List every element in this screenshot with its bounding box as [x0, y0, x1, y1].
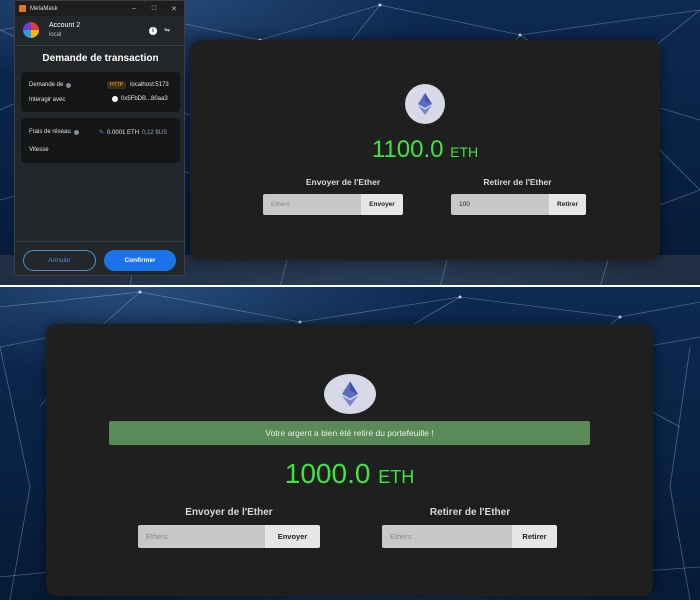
avatar[interactable]: [23, 22, 39, 38]
question-icon[interactable]: [66, 82, 72, 88]
cancel-button[interactable]: Annuler: [23, 250, 96, 271]
page-title: Demande de transaction: [42, 53, 159, 64]
send-ether-form: Ethers Envoyer: [138, 525, 320, 548]
question-icon[interactable]: [73, 129, 79, 135]
fee-usd: 0,12 $US: [142, 129, 168, 136]
dapp-card-top: 1100.0 ETH Envoyer de l'Ether Ethers Env…: [190, 40, 660, 260]
fee-eth: 0.0001 ETH: [107, 129, 140, 136]
request-details: Demande de HTTP localhost:5173 Interagir…: [21, 72, 180, 112]
send-ether-form: Ethers Envoyer: [263, 194, 403, 215]
balance-value: 1000.0: [284, 458, 371, 489]
account-header: Account 2 local i ⇋: [15, 16, 184, 46]
confirm-button[interactable]: Confirmer: [104, 250, 176, 271]
ethereum-logo-icon: [405, 84, 445, 124]
fee-details: Frais de réseau ✎ 0.0001 ETH 0,12 $US Vi…: [21, 118, 180, 163]
send-ether-title: Envoyer de l'Ether: [305, 177, 381, 187]
withdraw-ether-title: Retirer de l'Ether: [483, 177, 552, 187]
info-icon[interactable]: i: [149, 27, 157, 35]
window-titlebar: MetaMask – □ ✕: [15, 1, 184, 16]
success-alert: Votre argent a bien été retiré du portef…: [109, 421, 590, 445]
withdraw-ether-form: 100 Retirer: [451, 194, 586, 215]
maximize-icon[interactable]: □: [144, 5, 164, 12]
withdraw-amount-input[interactable]: 100: [451, 194, 549, 215]
request-origin-text: localhost:5173: [130, 82, 169, 88]
balance-unit: ETH: [378, 467, 415, 487]
dapp-card-bottom: Votre argent a bien été retiré du portef…: [46, 324, 653, 596]
speed-label: Vitesse: [29, 147, 49, 153]
eth-balance: 1100.0 ETH: [190, 136, 660, 164]
contract-address-text: 0x5FbDB...80aa3: [121, 96, 168, 102]
withdraw-ether-title: Retirer de l'Ether: [429, 507, 511, 518]
minimize-icon[interactable]: –: [124, 5, 144, 12]
withdraw-amount-input[interactable]: Ethers: [382, 525, 512, 548]
speed-row: Vitesse: [29, 147, 49, 153]
withdraw-button[interactable]: Retirer: [512, 525, 557, 548]
window-title: MetaMask: [30, 5, 58, 12]
settings-icon[interactable]: ⇋: [163, 27, 171, 35]
withdraw-ether-form: Ethers Retirer: [382, 525, 557, 548]
metamask-window: MetaMask – □ ✕ Account 2 local i ⇋ Deman…: [14, 0, 186, 277]
contract-address[interactable]: 0x5FbDB...80aa3: [112, 96, 168, 102]
interact-label: Interagir avec: [29, 97, 66, 103]
withdraw-button[interactable]: Retirer: [549, 194, 586, 215]
close-icon[interactable]: ✕: [164, 5, 184, 13]
request-from-row: Demande de: [29, 82, 72, 88]
send-button[interactable]: Envoyer: [265, 525, 320, 548]
account-name[interactable]: Account 2: [49, 22, 80, 29]
request-from-label: Demande de: [29, 82, 64, 88]
eth-balance: 1000.0 ETH: [46, 458, 653, 490]
send-ether-title: Envoyer de l'Ether: [185, 507, 273, 518]
balance-value: 1100.0: [371, 136, 444, 163]
pencil-icon: ✎: [99, 130, 105, 136]
warning-icon: HTTP: [107, 81, 127, 89]
request-origin: HTTP localhost:5173: [107, 81, 169, 89]
network-name[interactable]: local: [49, 32, 61, 38]
address-icon: [112, 96, 118, 102]
interact-row: Interagir avec: [29, 97, 65, 103]
fee-row: Frais de réseau: [29, 129, 79, 135]
send-amount-input[interactable]: Ethers: [138, 525, 265, 548]
fee-label: Frais de réseau: [29, 129, 71, 135]
balance-unit: ETH: [450, 144, 479, 160]
send-button[interactable]: Envoyer: [361, 194, 403, 215]
send-amount-input[interactable]: Ethers: [263, 194, 361, 215]
action-footer: Annuler Confirmer: [15, 241, 186, 277]
fox-icon: [19, 5, 26, 12]
ethereum-logo-icon: [324, 374, 376, 414]
fee-value[interactable]: ✎ 0.0001 ETH 0,12 $US: [99, 129, 168, 137]
